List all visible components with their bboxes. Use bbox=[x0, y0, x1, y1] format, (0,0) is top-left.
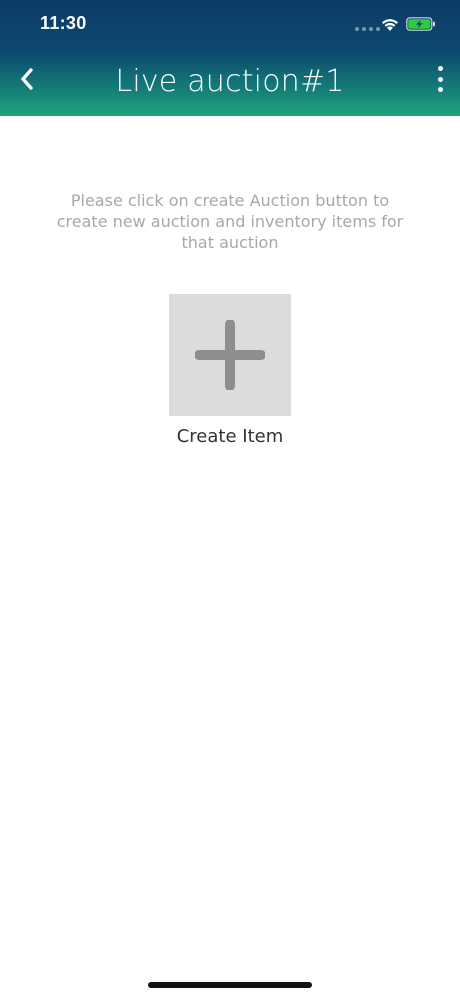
header: 11:30 Live auction#1 bbox=[0, 0, 460, 116]
vertical-ellipsis-icon bbox=[437, 66, 443, 71]
back-button[interactable] bbox=[12, 64, 42, 94]
more-options-button[interactable] bbox=[434, 66, 446, 92]
screen: 11:30 Live auction#1 Please click on cre… bbox=[0, 0, 460, 996]
wifi-icon bbox=[382, 19, 398, 31]
status-bar: 11:30 bbox=[0, 0, 460, 50]
nav-bar: Live auction#1 bbox=[0, 50, 460, 116]
chevron-left-icon bbox=[21, 68, 33, 90]
cellular-signal-icon bbox=[355, 27, 380, 31]
main-content: Please click on create Auction button to… bbox=[0, 116, 460, 996]
empty-state-instruction: Please click on create Auction button to… bbox=[56, 191, 404, 252]
page-title: Live auction#1 bbox=[115, 64, 345, 99]
create-item-label[interactable]: Create Item bbox=[130, 426, 330, 447]
status-time: 11:30 bbox=[40, 13, 87, 33]
home-indicator[interactable] bbox=[148, 982, 312, 988]
plus-icon bbox=[195, 320, 265, 390]
battery-charging-icon bbox=[406, 17, 435, 31]
create-item-button[interactable] bbox=[169, 294, 291, 416]
